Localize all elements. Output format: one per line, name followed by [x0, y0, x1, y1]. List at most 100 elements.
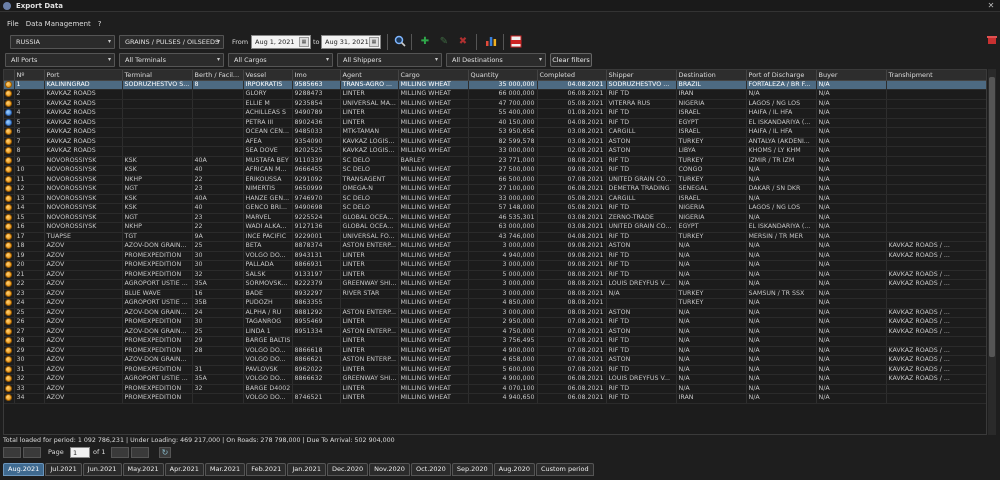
table-row[interactable]: 20 AZOV PROMEXPEDITION 30 PALLADA 8866931 LINT…: [4, 260, 986, 271]
col-cargo[interactable]: Cargo: [398, 70, 469, 81]
table-row[interactable]: 3 KAVKAZ ROADS ELLIE M 9235854 UNIVERSAL MA.…: [4, 99, 986, 109]
table-row[interactable]: 4 KAVKAZ ROADS ACHILLEAS S 9490789 LINTER MIL…: [4, 108, 986, 119]
col-quantity[interactable]: Quantity: [468, 70, 538, 81]
table-row[interactable]: 18 AZOV AZOV-DON GRAIN... 25 BETA 8878374 ASTO…: [4, 241, 986, 252]
table-row[interactable]: 22 AZOV AGROPORT USTIE ... 35A SORMOVSK... 82…: [4, 279, 986, 290]
col-agent[interactable]: Agent: [340, 70, 399, 81]
menu-help[interactable]: ?: [98, 20, 102, 30]
tab-custom-period[interactable]: Custom period: [535, 463, 594, 476]
col-destination[interactable]: Destination: [676, 70, 747, 81]
shippers-dropdown[interactable]: All Shippers ▾: [337, 53, 442, 67]
table-row[interactable]: 13 NOVOROSSIYSK KSK 40A HANZE GEN... 9746970 S…: [4, 194, 986, 204]
terminals-dropdown[interactable]: All Terminals ▾: [119, 53, 224, 67]
table-row[interactable]: 34 AZOV PROMEXPEDITION VOLGO DO... 8746521 LI…: [4, 393, 986, 404]
table-row[interactable]: 30 AZOV AZOV-DON GRAIN... VOLGO DO... 886662…: [4, 355, 986, 366]
col-port[interactable]: Port: [44, 70, 123, 81]
delete-x-icon[interactable]: ✖: [456, 35, 470, 49]
last-page-button[interactable]: [131, 447, 149, 458]
tab-feb-2021[interactable]: Feb.2021: [246, 463, 287, 476]
table-row[interactable]: 24 AZOV AGROPORT USTIE ... 35B PUDOZH 8863355…: [4, 298, 986, 309]
menu-file[interactable]: File: [7, 20, 19, 30]
delete-icon[interactable]: [986, 35, 998, 49]
status-cell: [4, 251, 15, 261]
clear-filters-button[interactable]: Clear filters: [550, 53, 592, 67]
ports-dropdown[interactable]: All Ports ▾: [5, 53, 115, 67]
bar-chart-icon[interactable]: [484, 35, 498, 49]
table-row[interactable]: 16 NOVOROSSIYSK NKHP 22 WADI ALKA... 9127136 G…: [4, 222, 986, 233]
first-page-button[interactable]: [3, 447, 21, 458]
tab-aug-2020[interactable]: Aug.2020: [493, 463, 535, 476]
table-row[interactable]: 6 KAVKAZ ROADS OCEAN CEN... 9485033 MTK-TAMA…: [4, 127, 986, 138]
tab-mar-2021[interactable]: Mar.2021: [204, 463, 246, 476]
plus-icon[interactable]: ✚: [418, 35, 432, 49]
table-row[interactable]: 11 NOVOROSSIYSK NKHP 22 ERIKOUSSA 9291092 TRAN…: [4, 175, 986, 185]
scrollbar-thumb[interactable]: [989, 77, 995, 357]
page-input[interactable]: 1: [70, 447, 90, 458]
search-icon[interactable]: [393, 35, 407, 49]
table-row[interactable]: 32 AZOV AGROPORT USTIE ... 35A VOLGO DO... 88…: [4, 374, 986, 385]
tab-nov-2020[interactable]: Nov.2020: [369, 463, 410, 476]
tab-dec-2020[interactable]: Dec.2020: [326, 463, 369, 476]
table-row[interactable]: 19 AZOV PROMEXPEDITION 30 VOLGO DO... 8943131…: [4, 251, 986, 261]
table-row[interactable]: 14 NOVOROSSIYSK KSK 40 GENCO BRI... 9490698 SC…: [4, 203, 986, 214]
tab-apr-2021[interactable]: Apr.2021: [164, 463, 204, 476]
col-status[interactable]: [4, 70, 15, 81]
tab-jul-2021[interactable]: Jul.2021: [45, 463, 82, 476]
table-row[interactable]: 10 NOVOROSSIYSK KSK 40 AFRICAN M... 9666455 SC…: [4, 165, 986, 176]
col-berth[interactable]: Berth / Facil...: [192, 70, 244, 81]
tab-jan-2021[interactable]: Jan.2021: [287, 463, 326, 476]
country-dropdown[interactable]: RUSSIA ▾: [10, 35, 115, 49]
table-row[interactable]: 31 AZOV PROMEXPEDITION 31 PAVLOVSK 8962022 LIN…: [4, 365, 986, 375]
col-buyer[interactable]: Buyer: [816, 70, 887, 81]
row-number: 27: [14, 327, 45, 337]
table-row[interactable]: 5 KAVKAZ ROADS PETRA III 8902436 LINTER MILLI…: [4, 118, 986, 128]
close-icon[interactable]: ✕: [986, 1, 996, 10]
table-row[interactable]: 8 KAVKAZ ROADS SEA DOVE 8202525 KAVKAZ LOGIS…: [4, 146, 986, 157]
table-row[interactable]: 21 AZOV PROMEXPEDITION 32 SALSK 9133197 LINTER…: [4, 270, 986, 280]
tab-oct-2020[interactable]: Oct.2020: [410, 463, 451, 476]
col-vessel[interactable]: Vessel: [243, 70, 293, 81]
refresh-icon[interactable]: ↻: [159, 447, 171, 458]
prev-page-button[interactable]: [23, 447, 41, 458]
table-row[interactable]: 28 AZOV PROMEXPEDITION 29 BARGE BALTIS LINTER…: [4, 336, 986, 347]
table-row[interactable]: 26 AZOV PROMEXPEDITION 30 TAGANROG 8955469 LIN…: [4, 317, 986, 328]
col-terminal[interactable]: Terminal: [122, 70, 193, 81]
table-row[interactable]: 7 KAVKAZ ROADS AFEA 9354090 KAVKAZ LOGIS... M…: [4, 137, 986, 147]
table-row[interactable]: 33 AZOV PROMEXPEDITION 32 BARGE D4002 LINTER M…: [4, 384, 986, 394]
table-row[interactable]: 17 TUAPSE TGT 9A INCE PACIFIC 9229001 UNIVERSA…: [4, 232, 986, 242]
col-completed[interactable]: Completed: [537, 70, 607, 81]
col-transhipment[interactable]: Transhipment: [886, 70, 986, 81]
col-number[interactable]: Nº: [14, 70, 45, 81]
destinations-dropdown[interactable]: All Destinations ▾: [446, 53, 546, 67]
calendar-icon[interactable]: ▦: [299, 37, 309, 47]
status-cell: [4, 298, 15, 309]
vertical-scrollbar[interactable]: [988, 69, 996, 435]
tab-jun-2021[interactable]: Jun.2021: [82, 463, 122, 476]
table-row[interactable]: 25 AZOV AZOV-DON GRAIN... 24 ALPHA / RU 88812…: [4, 308, 986, 318]
calendar-icon[interactable]: ▦: [369, 37, 379, 47]
table-row[interactable]: 15 NOVOROSSIYSK NGT 23 MARVEL 9225524 GLOBAL O…: [4, 213, 986, 223]
from-date-input[interactable]: Aug 1, 2021 ▦: [251, 35, 311, 49]
tab-may-2021[interactable]: May.2021: [122, 463, 164, 476]
category-dropdown[interactable]: GRAINS / PULSES / OILSEEDS ▾: [119, 35, 224, 49]
next-page-button[interactable]: [111, 447, 129, 458]
cargos-dropdown[interactable]: All Cargos ▾: [228, 53, 333, 67]
menu-data-management[interactable]: Data Management: [26, 20, 91, 30]
table-row[interactable]: 9 NOVOROSSIYSK KSK 40A MUSTAFA BEY 9110339 SC …: [4, 156, 986, 166]
table-row[interactable]: 29 AZOV PROMEXPEDITION 28 VOLGO DO... 8866618…: [4, 346, 986, 356]
pdf-icon[interactable]: [509, 35, 523, 49]
tab-aug-2021[interactable]: Aug.2021: [3, 463, 45, 476]
col-port-of-discharge[interactable]: Port of Discharge: [746, 70, 817, 81]
col-shipper[interactable]: Shipper: [606, 70, 677, 81]
shipper-cell: RIF TD: [606, 232, 677, 242]
completed-cell: 06.08.2021: [537, 384, 607, 394]
pencil-icon[interactable]: ✎: [437, 35, 451, 49]
to-date-input[interactable]: Aug 31, 2021 ▦: [321, 35, 381, 49]
table-row[interactable]: 23 AZOV BLUE WAVE 16 BADE 8932297 RIVER STAR MI…: [4, 289, 986, 299]
col-imo[interactable]: Imo: [292, 70, 341, 81]
table-row[interactable]: 1 KALININGRAD SODRUZHESTVO S... 8 IRPOKRATIS…: [4, 80, 986, 90]
table-row[interactable]: 2 KAVKAZ ROADS GLORY 9288473 LINTER MILLING W…: [4, 89, 986, 100]
tab-sep-2020[interactable]: Sep.2020: [451, 463, 493, 476]
table-row[interactable]: 27 AZOV AZOV-DON GRAIN... 25 LINDA 1 8951334 A…: [4, 327, 986, 337]
table-row[interactable]: 12 NOVOROSSIYSK NGT 23 NIMERTIS 9650999 OMEGA-…: [4, 184, 986, 195]
